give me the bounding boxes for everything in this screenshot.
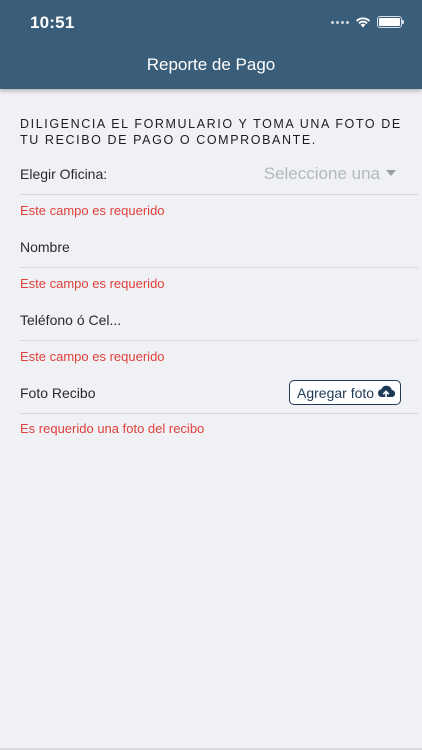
chevron-down-icon [386, 170, 396, 176]
photo-label: Foto Recibo [20, 385, 96, 401]
photo-error: Es requerido una foto del recibo [20, 421, 205, 436]
battery-icon [377, 16, 404, 28]
form-instructions: DILIGENCIA EL FORMULARIO Y TOMA UNA FOTO… [20, 117, 402, 147]
photo-row: Foto Recibo Agregar foto [20, 380, 418, 405]
screen: 10:51 Reporte de Pago DILIGENCIA EL FORM… [0, 0, 422, 750]
add-photo-button-label: Agregar foto [297, 384, 375, 401]
office-select-value[interactable]: Seleccione una [264, 163, 380, 185]
divider [20, 267, 418, 268]
name-error: Este campo es requerido [20, 276, 165, 291]
divider [20, 194, 418, 195]
office-error: Este campo es requerido [20, 203, 165, 218]
divider [20, 340, 418, 341]
phone-error: Este campo es requerido [20, 349, 165, 364]
status-icons [331, 16, 404, 28]
add-photo-button[interactable]: Agregar foto [289, 380, 401, 405]
nav-title: Reporte de Pago [146, 55, 276, 74]
office-label: Elegir Oficina: [20, 166, 108, 182]
name-label: Nombre [20, 239, 70, 255]
status-time: 10:51 [30, 13, 75, 32]
status-bar: 10:51 [0, 0, 422, 44]
signal-icon [331, 20, 349, 24]
wifi-icon [356, 17, 370, 28]
phone-label: Teléfono ó Cel... [20, 312, 122, 328]
office-select[interactable]: Elegir Oficina: Seleccione una [20, 163, 418, 185]
cloud-upload-icon [378, 385, 396, 400]
header: 10:51 Reporte de Pago [0, 0, 422, 89]
phone-field[interactable]: Teléfono ó Cel... [20, 309, 418, 331]
name-field[interactable]: Nombre [20, 236, 418, 258]
divider [20, 413, 418, 414]
